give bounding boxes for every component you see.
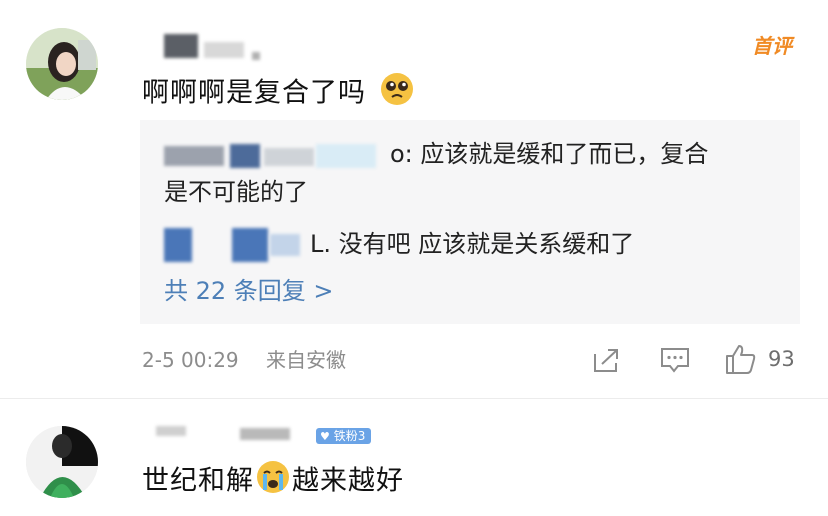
username-redacted[interactable] — [150, 422, 310, 442]
avatar[interactable] — [26, 28, 98, 100]
comment-item: ♥ 铁粉3 世纪和解 越来越好 — [0, 400, 828, 516]
reply-text: o: 应该就是缓和了而已，复合 — [390, 140, 709, 168]
avatar[interactable] — [26, 426, 98, 498]
comment-text: 世纪和解 越来越好 — [142, 460, 404, 497]
comment-divider — [0, 398, 828, 399]
comment-time: 2-5 00:29 — [142, 348, 239, 372]
crying-face-emoji — [256, 460, 290, 504]
more-replies-link[interactable]: 共 22 条回复 > — [164, 275, 334, 307]
reply-item[interactable]: L. 没有吧 应该就是关系缓和了 — [164, 226, 784, 266]
comment-text: 啊啊啊是复合了吗 — [142, 72, 414, 109]
reply-username-redacted — [164, 226, 314, 262]
comment-item: 首评 啊啊啊是复合了吗 o: 应该就是缓和了而已，复合 是不可能的了 L. 没有… — [0, 0, 828, 400]
reply-username-redacted — [164, 140, 390, 168]
share-icon[interactable] — [592, 346, 622, 374]
comment-location: 来自安徽 — [266, 348, 346, 372]
fan-level-badge: ♥ 铁粉3 — [316, 428, 372, 444]
thumbs-up-icon — [724, 342, 758, 376]
heart-icon: ♥ — [320, 430, 330, 443]
replies-box: o: 应该就是缓和了而已，复合 是不可能的了 L. 没有吧 应该就是关系缓和了 … — [140, 120, 800, 324]
username-redacted[interactable] — [164, 34, 284, 60]
reply-text: L. 没有吧 应该就是关系缓和了 — [310, 230, 635, 258]
like-button[interactable]: 93 — [724, 342, 804, 376]
reply-text-line2: 是不可能的了 — [164, 178, 308, 206]
pleading-face-emoji — [380, 72, 414, 116]
like-count: 93 — [768, 347, 795, 371]
comment-icon[interactable] — [660, 346, 690, 374]
reply-item[interactable]: o: 应该就是缓和了而已，复合 是不可能的了 — [164, 136, 784, 216]
first-comment-badge: 首评 — [752, 34, 792, 58]
